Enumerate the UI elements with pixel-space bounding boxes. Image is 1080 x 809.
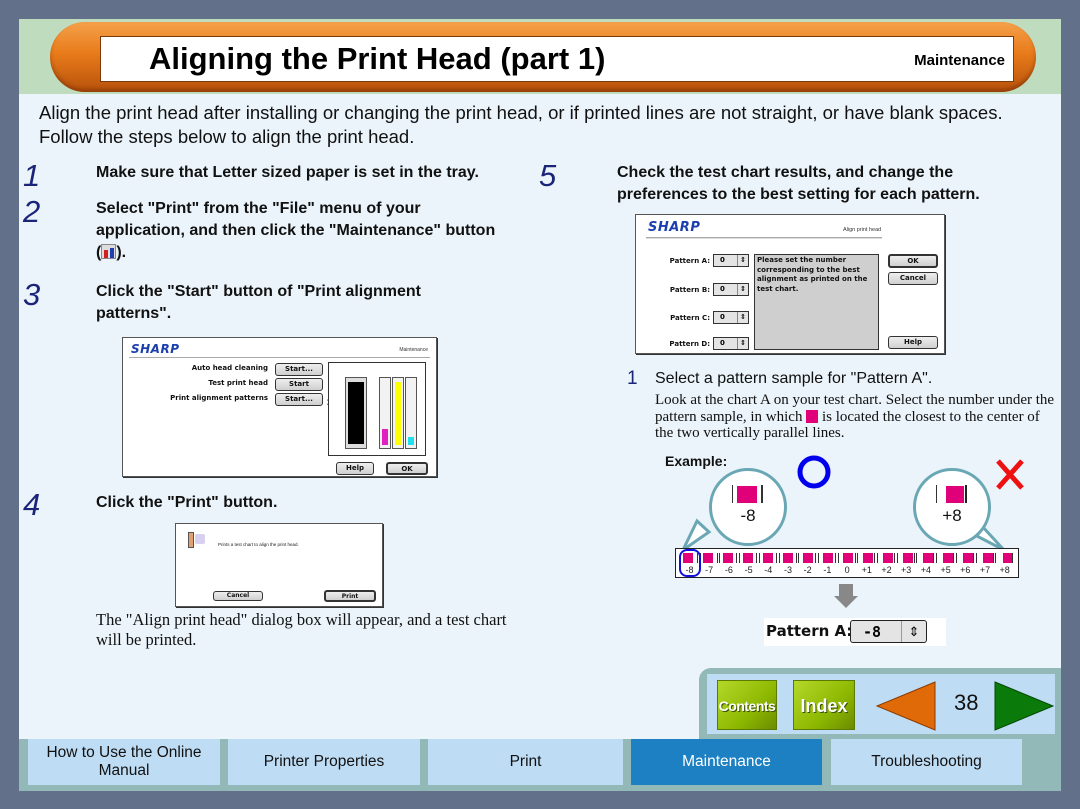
guide-line <box>992 553 994 563</box>
guide-line <box>874 553 876 563</box>
tab-how-to-use[interactable]: How to Use the Online Manual <box>28 739 220 785</box>
pattern-sample: +5 <box>936 551 955 577</box>
pink-square-icon <box>803 553 814 563</box>
down-arrow-icon-head <box>834 596 858 608</box>
pattern-sample: -7 <box>699 551 719 577</box>
guide-line <box>913 553 915 563</box>
guide-line <box>778 553 780 563</box>
guide-line <box>877 553 878 563</box>
pattern-sample: +2 <box>877 551 896 577</box>
pink-square-icon <box>883 553 894 563</box>
guide-line <box>798 553 800 563</box>
guide-line <box>834 553 836 563</box>
stepper-arrows-icon[interactable]: ⇕ <box>901 621 926 642</box>
guide-line <box>972 553 974 563</box>
result-stepper[interactable]: -8 ⇕ <box>850 620 927 643</box>
down-arrow-icon <box>839 584 853 596</box>
tab-maintenance[interactable]: Maintenance <box>631 739 822 785</box>
pink-square-icon <box>943 553 954 563</box>
guide-line <box>953 553 955 563</box>
pink-square-icon <box>843 553 854 563</box>
pink-square-icon <box>703 553 713 563</box>
guide-line <box>716 553 718 563</box>
tab-troubleshooting[interactable]: Troubleshooting <box>831 739 1022 785</box>
guide-line <box>995 553 997 563</box>
pattern-sample: -3 <box>778 551 798 577</box>
contents-button[interactable]: Contents <box>717 680 777 730</box>
guide-line <box>955 553 957 563</box>
pink-square-icon <box>923 553 934 563</box>
guide-line <box>933 553 935 563</box>
bottom-navigation: How to Use the Online Manual Printer Pro… <box>19 739 1061 791</box>
pattern-sample: +8 <box>995 551 1014 577</box>
bubble-tail-left <box>679 518 712 555</box>
pattern-sample: -4 <box>758 551 778 577</box>
result-value: -8 <box>863 623 882 641</box>
guide-line <box>758 553 760 563</box>
guide-line <box>916 553 918 563</box>
selected-highlight-ring <box>679 549 701 577</box>
guide-line <box>756 553 758 563</box>
pink-square-icon <box>723 553 734 563</box>
sample-label: +8 <box>999 565 1010 575</box>
pink-square-icon <box>863 553 874 563</box>
pink-square-icon <box>743 553 754 563</box>
pink-square-icon <box>783 553 794 563</box>
pattern-sample: -5 <box>739 551 758 577</box>
bad-example-bubble: +8 <box>913 468 991 546</box>
guide-line <box>775 553 777 563</box>
guide-line <box>736 553 738 563</box>
guide-line <box>795 553 797 563</box>
pattern-sample: +4 <box>916 551 935 577</box>
correct-circle-icon <box>797 455 831 489</box>
tab-print[interactable]: Print <box>428 739 623 785</box>
guide-line <box>857 553 859 563</box>
pattern-a-result: Pattern A: -8 ⇕ <box>764 618 946 646</box>
manual-page: Aligning the Print Head (part 1) Mainten… <box>19 19 1061 791</box>
previous-page-icon[interactable] <box>875 680 937 732</box>
pattern-sample: +6 <box>955 551 975 577</box>
guide-line <box>1012 553 1014 563</box>
guide-line <box>817 553 819 563</box>
navigation-panel: Contents Index 38 <box>699 668 1061 739</box>
bad-example-value: +8 <box>942 506 962 525</box>
good-example-value: -8 <box>740 506 756 525</box>
guide-line <box>719 553 721 563</box>
index-button[interactable]: Index <box>793 680 855 730</box>
guide-line <box>975 553 977 563</box>
guide-line <box>936 553 938 563</box>
result-label: Pattern A: <box>766 622 853 640</box>
pattern-sample: +3 <box>896 551 916 577</box>
pink-square-icon <box>903 553 914 563</box>
pattern-sample: -2 <box>798 551 817 577</box>
pink-square-icon <box>737 486 757 503</box>
pattern-sample: +1 <box>857 551 876 577</box>
pink-square-icon <box>823 553 834 563</box>
pattern-sample: -1 <box>817 551 837 577</box>
tab-printer-properties[interactable]: Printer Properties <box>228 739 420 785</box>
guide-line <box>837 553 839 563</box>
pattern-sample: +7 <box>975 551 995 577</box>
pink-square-icon <box>963 553 974 563</box>
guide-line <box>896 553 898 563</box>
pink-square-icon <box>946 486 964 503</box>
guide-line <box>854 553 856 563</box>
good-example-bubble: -8 <box>709 468 787 546</box>
pattern-sample: 0 <box>837 551 857 577</box>
guide-line <box>894 553 895 563</box>
pink-square-icon <box>763 553 774 563</box>
pattern-sample: -6 <box>719 551 738 577</box>
guide-line <box>739 553 741 563</box>
guide-line <box>815 553 817 563</box>
pattern-scale: -8 -7 -6 -5 -4 -3 -2 -1 0 +1 +2 +3 +4 +5 +6 +7 +8 <box>675 548 1019 578</box>
page-number: 38 <box>954 690 979 715</box>
next-page-icon[interactable] <box>993 680 1055 732</box>
